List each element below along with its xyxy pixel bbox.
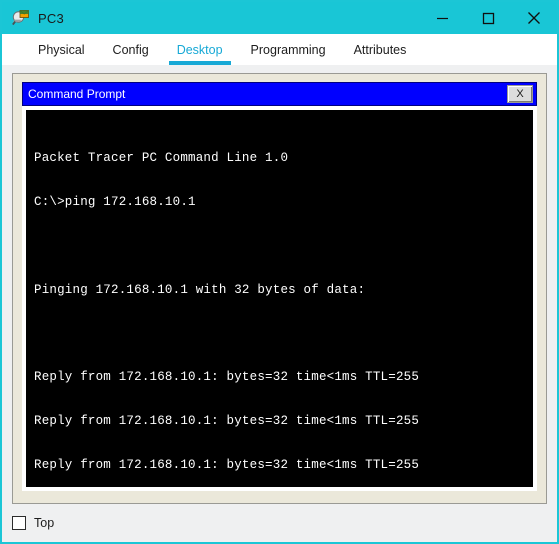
command-prompt-titlebar: Command Prompt X [22, 82, 537, 106]
terminal-output[interactable]: Packet Tracer PC Command Line 1.0 C:\>pi… [26, 110, 533, 487]
tab-attributes-label: Attributes [353, 43, 407, 57]
window-title: PC3 [38, 10, 64, 26]
terminal-line: Packet Tracer PC Command Line 1.0 [34, 151, 289, 166]
command-prompt-panel: Command Prompt X Packet Tracer PC Comman… [12, 73, 547, 504]
tab-physical-label: Physical [38, 43, 85, 57]
minimize-button[interactable] [419, 2, 465, 34]
close-icon [528, 12, 540, 24]
tab-config[interactable]: Config [99, 43, 163, 65]
device-window: PC3 Physical Config Desktop Programming … [0, 0, 559, 544]
maximize-icon [482, 12, 494, 24]
terminal-line: Reply from 172.168.10.1: bytes=32 time<1… [34, 370, 420, 385]
device-tabs: Physical Config Desktop Programming Attr… [2, 34, 557, 65]
close-button[interactable] [511, 2, 557, 34]
window-controls [419, 2, 557, 34]
window-footer: Top [2, 504, 557, 542]
tab-desktop-label: Desktop [176, 43, 223, 57]
minimize-icon [436, 17, 448, 19]
top-checkbox[interactable] [12, 516, 26, 530]
tab-config-label: Config [112, 43, 149, 57]
desktop-tab-content: Command Prompt X Packet Tracer PC Comman… [2, 65, 557, 504]
tab-programming-label: Programming [250, 43, 326, 57]
command-prompt-close-button[interactable]: X [507, 85, 533, 103]
terminal-frame: Packet Tracer PC Command Line 1.0 C:\>pi… [22, 106, 537, 491]
terminal-line: C:\>ping 172.168.10.1 [34, 194, 196, 209]
maximize-button[interactable] [465, 2, 511, 34]
tab-programming[interactable]: Programming [237, 43, 340, 65]
terminal-line: Reply from 172.168.10.1: bytes=32 time<1… [34, 413, 420, 428]
window-titlebar: PC3 [2, 2, 557, 34]
packet-tracer-pc-icon [12, 9, 30, 27]
tab-physical[interactable]: Physical [24, 43, 99, 65]
top-checkbox-label: Top [34, 516, 55, 530]
top-checkbox-row[interactable]: Top [12, 516, 54, 530]
titlebar-left-group: PC3 [2, 9, 64, 27]
terminal-line: Pinging 172.168.10.1 with 32 bytes of da… [34, 282, 366, 297]
tab-attributes[interactable]: Attributes [340, 43, 421, 65]
tab-desktop[interactable]: Desktop [163, 43, 237, 65]
command-prompt-title: Command Prompt [28, 87, 126, 101]
terminal-line: Reply from 172.168.10.1: bytes=32 time<1… [34, 457, 420, 472]
